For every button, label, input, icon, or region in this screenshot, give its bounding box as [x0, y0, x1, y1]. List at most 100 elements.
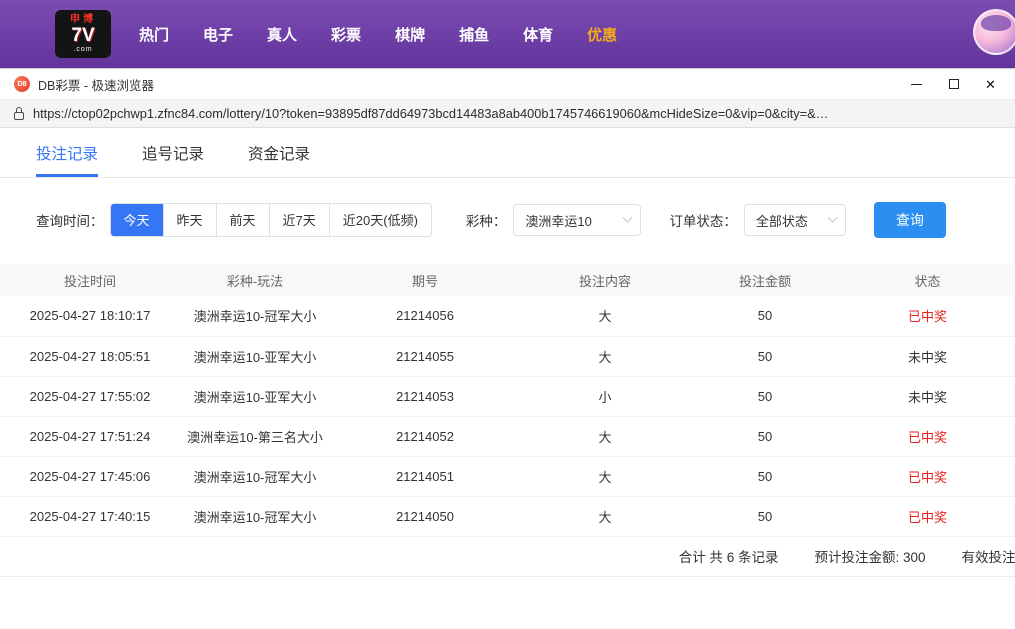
time-filter-option[interactable]: 近7天 [269, 204, 330, 236]
window-title: DB彩票 - 极速浏览器 [38, 78, 154, 93]
time-filter-label: 查询时间： [36, 214, 104, 229]
cell-game-play: 澳洲幸运10-冠军大小 [180, 496, 330, 537]
nav-item[interactable]: 棋牌 [395, 24, 425, 45]
cell-bet-time: 2025-04-27 17:55:02 [0, 376, 180, 417]
table-row: 2025-04-27 17:55:02 澳洲幸运10-亚军大小 21214053 小 5… [0, 376, 1015, 417]
cell-bet-content: 小 [520, 376, 690, 417]
lottery-select-value: 澳洲幸运10 [525, 213, 592, 229]
time-filter-group: 今天 昨天 前天 近7天 近20天(低频) [109, 203, 432, 237]
url-text[interactable]: https://ctop02pchwp1.zfnc84.com/lottery/… [33, 106, 828, 121]
cell-issue: 21214056 [330, 296, 520, 337]
header-bet-amount: 投注金额 [690, 264, 840, 296]
cell-bet-amount: 50 [690, 496, 840, 537]
maximize-button[interactable] [935, 69, 972, 99]
cell-bet-content: 大 [520, 496, 690, 537]
cell-status: 已中奖 [840, 496, 1015, 537]
status-badge: 已中奖 [907, 429, 947, 445]
site-topbar: 申博 7V .com 热门 电子 真人 彩票 棋牌 捕鱼 体育 优惠 [0, 0, 1015, 68]
cell-issue: 21214051 [330, 456, 520, 497]
nav-item[interactable]: 电子 [203, 24, 233, 45]
chevron-down-icon [622, 212, 633, 223]
header-bet-content: 投注内容 [520, 264, 690, 296]
status-filter-label: 订单状态： [669, 214, 737, 229]
nav-item[interactable]: 体育 [523, 24, 553, 45]
logo-text-com: .com [73, 46, 93, 53]
cell-game-play: 澳洲幸运10-冠军大小 [180, 456, 330, 497]
table-header-row: 投注时间 彩种-玩法 期号 投注内容 投注金额 状态 [0, 264, 1015, 296]
table-row: 2025-04-27 18:10:17 澳洲幸运10-冠军大小 21214056 大 5… [0, 296, 1015, 337]
tab-fund-records[interactable]: 资金记录 [248, 142, 310, 177]
nav-item[interactable]: 热门 [139, 24, 169, 45]
cell-game-play: 澳洲幸运10-冠军大小 [180, 296, 330, 337]
cell-issue: 21214053 [330, 376, 520, 417]
tab-bet-records[interactable]: 投注记录 [36, 142, 99, 177]
cell-status: 未中奖 [840, 336, 1015, 377]
cell-issue: 21214055 [330, 336, 520, 377]
header-issue: 期号 [330, 264, 520, 296]
cell-game-play: 澳洲幸运10-亚军大小 [180, 376, 330, 417]
time-filter-option[interactable]: 今天 [110, 204, 164, 236]
maximize-icon [948, 79, 959, 89]
chevron-down-icon [827, 212, 838, 223]
summary-expected-amount: 预计投注金额: 300 [814, 550, 926, 565]
cell-bet-amount: 50 [690, 376, 840, 417]
header-status: 状态 [840, 264, 1015, 296]
minimize-icon [911, 83, 922, 85]
site-logo[interactable]: 申博 7V .com [55, 10, 111, 58]
top-nav: 热门 电子 真人 彩票 棋牌 捕鱼 体育 优惠 [139, 24, 617, 45]
cell-bet-amount: 50 [690, 336, 840, 377]
status-badge: 已中奖 [907, 469, 947, 485]
address-bar[interactable]: https://ctop02pchwp1.zfnc84.com/lottery/… [0, 99, 1015, 128]
minimize-button[interactable] [898, 69, 935, 99]
close-icon: ✕ [985, 76, 996, 92]
cell-status: 已中奖 [840, 416, 1015, 457]
cell-status: 已中奖 [840, 296, 1015, 337]
status-badge: 未中奖 [907, 349, 947, 365]
tab-chase-records[interactable]: 追号记录 [142, 142, 204, 177]
browser-favicon-icon: D8 [14, 76, 30, 92]
cell-bet-amount: 50 [690, 296, 840, 337]
record-tabs: 投注记录 追号记录 资金记录 [0, 135, 1015, 178]
cell-issue: 21214052 [330, 416, 520, 457]
lock-icon [14, 106, 24, 120]
logo-text-7v: 7V [71, 25, 95, 46]
cell-bet-time: 2025-04-27 18:10:17 [0, 296, 180, 337]
cell-issue: 21214050 [330, 496, 520, 537]
time-filter-option[interactable]: 昨天 [163, 204, 217, 236]
table-row: 2025-04-27 17:51:24 澳洲幸运10-第三名大小 21214052 大… [0, 416, 1015, 457]
cell-bet-time: 2025-04-27 17:40:15 [0, 496, 180, 537]
table-row: 2025-04-27 17:40:15 澳洲幸运10-冠军大小 21214050 大 5… [0, 496, 1015, 537]
status-badge: 已中奖 [907, 509, 947, 525]
cell-bet-time: 2025-04-27 17:45:06 [0, 456, 180, 497]
table-row: 2025-04-27 18:05:51 澳洲幸运10-亚军大小 21214055 大 5… [0, 336, 1015, 377]
time-filter-option[interactable]: 前天 [216, 204, 270, 236]
nav-item[interactable]: 捕鱼 [459, 24, 489, 45]
cell-bet-time: 2025-04-27 18:05:51 [0, 336, 180, 377]
lottery-select[interactable]: 澳洲幸运10 [513, 204, 642, 236]
summary-valid-amount: 有效投注金 [961, 550, 1015, 565]
nav-item[interactable]: 优惠 [587, 24, 617, 45]
browser-window: D8 DB彩票 - 极速浏览器 ✕ https://ctop02pchwp1.z… [0, 68, 1015, 629]
nav-item[interactable]: 彩票 [331, 24, 361, 45]
header-bet-time: 投注时间 [0, 264, 180, 296]
cell-bet-content: 大 [520, 456, 690, 497]
cell-game-play: 澳洲幸运10-亚军大小 [180, 336, 330, 377]
cell-bet-content: 大 [520, 416, 690, 457]
status-select-value: 全部状态 [755, 213, 808, 229]
bet-records-table: 投注时间 彩种-玩法 期号 投注内容 投注金额 状态 2025-04-27 18… [0, 264, 1015, 537]
header-game-play: 彩种-玩法 [180, 264, 330, 296]
close-button[interactable]: ✕ [972, 69, 1009, 99]
user-avatar[interactable] [973, 9, 1015, 55]
cell-game-play: 澳洲幸运10-第三名大小 [180, 416, 330, 457]
table-row: 2025-04-27 17:45:06 澳洲幸运10-冠军大小 21214051 大 5… [0, 456, 1015, 497]
search-button[interactable]: 查询 [873, 202, 946, 238]
cell-status: 已中奖 [840, 456, 1015, 497]
logo-text-cn: 申博 [70, 14, 96, 25]
cell-bet-amount: 50 [690, 456, 840, 497]
cell-status: 未中奖 [840, 376, 1015, 417]
status-badge: 未中奖 [907, 389, 947, 405]
nav-item[interactable]: 真人 [267, 24, 297, 45]
time-filter-option[interactable]: 近20天(低频) [329, 204, 431, 236]
summary-total: 合计 共 6 条记录 [678, 550, 779, 565]
order-status-select[interactable]: 全部状态 [743, 204, 846, 236]
